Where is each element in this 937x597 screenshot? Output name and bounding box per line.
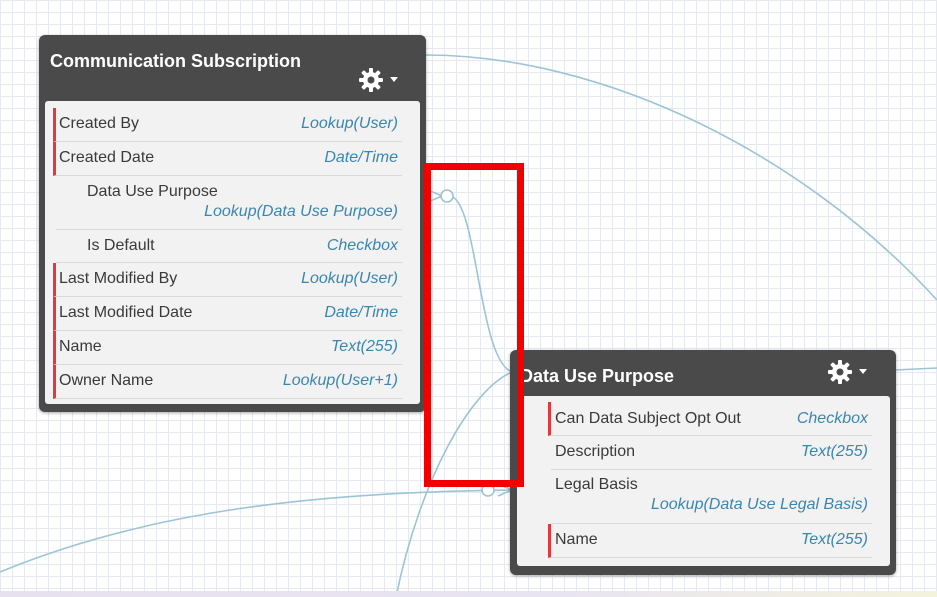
field-name: Last Modified By (59, 270, 178, 287)
object-title: Communication Subscription (50, 51, 302, 71)
field-row-can-data-subject-opt-out[interactable]: Can Data Subject Opt Out Checkbox (548, 402, 872, 436)
field-type: Lookup(User) (301, 270, 398, 287)
chevron-down-icon (859, 369, 867, 374)
object-title: Data Use Purpose (520, 366, 675, 386)
field-type: Checkbox (796, 410, 868, 427)
object-card-data-use-purpose[interactable]: Data Use Purpose Can Data Subject Opt Ou… (510, 350, 896, 575)
field-row-owner-name[interactable]: Owner Name Lookup(User+1) (53, 365, 402, 399)
gear-icon (828, 360, 867, 384)
field-type: Lookup(Data Use Purpose) (204, 203, 398, 220)
relationship-line (894, 367, 937, 371)
field-name: Created Date (59, 149, 155, 166)
field-row-description[interactable]: Description Text(255) (551, 436, 872, 470)
field-name: Is Default (87, 237, 155, 254)
field-row-last-modified-date[interactable]: Last Modified Date Date/Time (53, 297, 402, 331)
object-card-communication-subscription[interactable]: Communication Subscription Created By Lo… (39, 35, 426, 412)
field-row-legal-basis[interactable]: Legal Basis Lookup(Data Use Legal Basis) (551, 470, 872, 524)
gear-icon (359, 68, 398, 92)
relationship-line (0, 489, 513, 573)
field-type: Date/Time (324, 149, 398, 166)
field-row-is-default[interactable]: Is Default Checkbox (56, 230, 402, 263)
bottom-scroll-strip (0, 591, 937, 597)
field-name: Legal Basis (555, 476, 638, 493)
field-list: Created By Lookup(User) Created Date Dat… (45, 101, 420, 404)
field-type: Lookup(User) (301, 115, 398, 132)
field-row-created-date[interactable]: Created Date Date/Time (53, 142, 402, 176)
highlight-box (424, 163, 524, 487)
field-name: Owner Name (59, 372, 154, 389)
field-type: Checkbox (326, 237, 398, 254)
field-type: Lookup(User+1) (282, 372, 398, 389)
field-name: Data Use Purpose (87, 183, 218, 200)
field-row-name[interactable]: Name Text(255) (548, 524, 872, 558)
field-type: Date/Time (324, 304, 398, 321)
field-type: Text(255) (331, 338, 398, 355)
field-type: Text(255) (801, 531, 868, 548)
field-row-data-use-purpose[interactable]: Data Use Purpose Lookup(Data Use Purpose… (56, 176, 402, 230)
field-type: Text(255) (801, 443, 868, 460)
field-name: Description (555, 443, 636, 460)
field-name: Last Modified Date (59, 304, 193, 321)
field-name: Name (59, 338, 102, 355)
field-row-name[interactable]: Name Text(255) (53, 331, 402, 365)
gear-dropdown-icon[interactable] (828, 359, 868, 385)
field-list: Can Data Subject Opt Out Checkbox Descri… (517, 396, 890, 566)
schema-canvas[interactable]: Communication Subscription Created By Lo… (0, 0, 937, 597)
gear-dropdown-icon[interactable] (359, 67, 399, 93)
field-name: Created By (59, 115, 140, 132)
field-name: Can Data Subject Opt Out (555, 410, 741, 427)
field-name: Name (555, 531, 598, 548)
chevron-down-icon (390, 77, 398, 82)
field-type: Lookup(Data Use Legal Basis) (650, 496, 868, 513)
field-row-last-modified-by[interactable]: Last Modified By Lookup(User) (53, 263, 402, 297)
field-row-created-by[interactable]: Created By Lookup(User) (53, 108, 402, 142)
